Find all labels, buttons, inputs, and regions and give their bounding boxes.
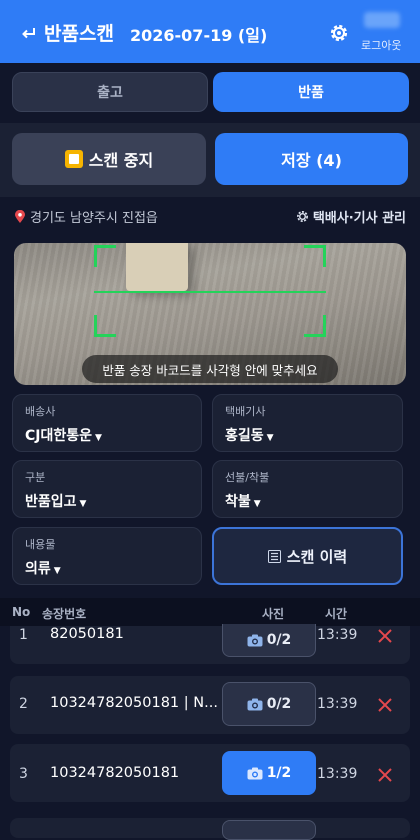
pin-icon bbox=[15, 209, 25, 223]
row-no: 1 bbox=[19, 627, 28, 643]
row-no: 2 bbox=[19, 696, 28, 712]
content-value: 의류 bbox=[25, 561, 51, 577]
gear-icon bbox=[296, 211, 308, 222]
row-invoice: 10324782050181 bbox=[50, 765, 180, 781]
row-invoice: 10324782050181 | N... bbox=[50, 695, 218, 711]
gear-icon[interactable] bbox=[328, 22, 350, 44]
camera-icon bbox=[247, 767, 263, 779]
table-row[interactable]: 1 82050181 0/2 13:39 bbox=[10, 624, 410, 664]
row-time: 13:39 bbox=[317, 696, 358, 712]
col-photo: 사진 bbox=[262, 607, 285, 621]
caret-down-icon: ▼ bbox=[266, 433, 274, 443]
scan-frame-corner bbox=[94, 245, 116, 267]
location: 경기도 남양주시 진접읍 bbox=[14, 207, 158, 226]
photo-button[interactable]: 0/2 bbox=[222, 624, 316, 657]
stop-scan-label: 스캔 중지 bbox=[88, 151, 154, 170]
row-time: 13:39 bbox=[317, 766, 358, 782]
stop-icon bbox=[64, 150, 83, 168]
app-header: 반품스캔 2026-07-19 (일) 로그아웃 bbox=[0, 0, 420, 63]
scan-frame-corner bbox=[94, 315, 116, 337]
col-time: 시간 bbox=[325, 607, 348, 621]
table-row[interactable]: 3 10324782050181 1/2 13:39 bbox=[10, 744, 410, 802]
caret-down-icon: ▼ bbox=[253, 499, 261, 509]
close-icon[interactable] bbox=[378, 768, 392, 782]
header-date: 2026-07-19 (일) bbox=[130, 26, 268, 45]
content-label: 내용물 bbox=[25, 538, 56, 551]
row-no: 3 bbox=[19, 766, 28, 782]
tab-outbound[interactable]: 출고 bbox=[12, 72, 208, 112]
page-title: 반품스캔 bbox=[44, 23, 114, 45]
caret-down-icon: ▼ bbox=[53, 566, 61, 576]
table-row[interactable]: 2 10324782050181 | N... 0/2 13:39 bbox=[10, 676, 410, 734]
scan-history-label: 스캔 이력 bbox=[286, 547, 348, 566]
logout-link[interactable]: 로그아웃 bbox=[361, 37, 401, 53]
photo-count: 1/2 bbox=[266, 765, 292, 781]
list-icon bbox=[267, 549, 281, 563]
user-name-blurred bbox=[364, 12, 400, 28]
photo-count: 0/2 bbox=[266, 632, 292, 648]
content-select[interactable]: 내용물 의류 ▼ bbox=[12, 527, 202, 585]
photo-button[interactable]: 1/2 bbox=[222, 751, 316, 795]
tab-return[interactable]: 반품 bbox=[213, 72, 409, 112]
scan-frame-corner bbox=[304, 315, 326, 337]
payment-label: 선불/착불 bbox=[225, 471, 270, 484]
driver-label: 택배기사 bbox=[225, 405, 266, 418]
camera-icon bbox=[247, 698, 263, 710]
close-icon[interactable] bbox=[378, 698, 392, 712]
col-invoice: 송장번호 bbox=[42, 607, 87, 621]
back-icon[interactable] bbox=[20, 24, 38, 42]
close-icon[interactable] bbox=[378, 629, 392, 643]
photo-count: 0/2 bbox=[266, 696, 292, 712]
carrier-driver-manage-link[interactable]: 택배사·기사 관리 bbox=[296, 207, 406, 226]
stop-scan-button[interactable]: 스캔 중지 bbox=[12, 133, 206, 185]
row-time: 13:39 bbox=[317, 627, 358, 643]
scan-line bbox=[94, 291, 326, 293]
col-no: No bbox=[12, 605, 31, 619]
category-value: 반품입고 bbox=[25, 494, 77, 510]
driver-value: 홍길동 bbox=[225, 428, 264, 444]
table-header: No 송장번호 사진 시간 bbox=[0, 598, 420, 626]
location-text: 경기도 남양주시 진접읍 bbox=[30, 211, 158, 226]
payment-select[interactable]: 선불/착불 착불 ▼ bbox=[212, 460, 403, 518]
camera-hint: 반품 송장 바코드를 사각형 안에 맞추세요 bbox=[82, 355, 338, 383]
parcel-box-image bbox=[126, 243, 188, 291]
save-button[interactable]: 저장 (4) bbox=[215, 133, 408, 185]
carrier-select[interactable]: 배송사 CJ대한통운 ▼ bbox=[12, 394, 202, 452]
scan-history-button[interactable]: 스캔 이력 bbox=[212, 527, 403, 585]
camera-icon bbox=[247, 634, 263, 646]
row-invoice: 82050181 bbox=[50, 626, 124, 642]
camera-preview[interactable]: 반품 송장 바코드를 사각형 안에 맞추세요 bbox=[14, 243, 406, 385]
payment-value: 착불 bbox=[225, 494, 251, 510]
caret-down-icon: ▼ bbox=[95, 433, 102, 443]
table-row[interactable] bbox=[10, 818, 410, 840]
caret-down-icon: ▼ bbox=[79, 499, 87, 509]
photo-button[interactable] bbox=[222, 820, 316, 840]
scan-frame-corner bbox=[304, 245, 326, 267]
category-label: 구분 bbox=[25, 471, 46, 484]
carrier-value: CJ대한통운 bbox=[25, 428, 93, 444]
category-select[interactable]: 구분 반품입고 ▼ bbox=[12, 460, 202, 518]
carrier-label: 배송사 bbox=[25, 405, 56, 418]
photo-button[interactable]: 0/2 bbox=[222, 682, 316, 726]
manage-label: 택배사·기사 관리 bbox=[312, 211, 406, 226]
driver-select[interactable]: 택배기사 홍길동 ▼ bbox=[212, 394, 403, 452]
